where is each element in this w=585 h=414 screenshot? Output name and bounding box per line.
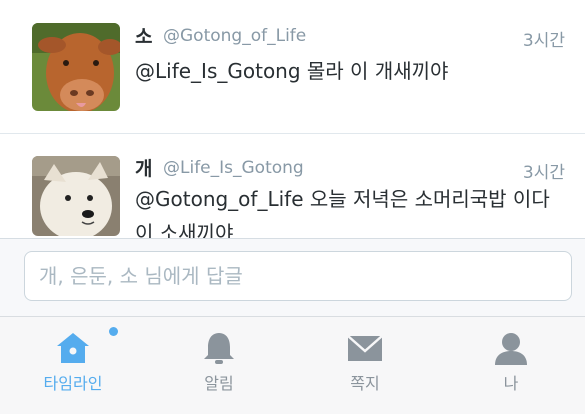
notification-dot xyxy=(109,327,118,336)
timeline-feed[interactable]: 소 @Gotong_of_Life 3시간 @Life_Is_Gotong 몰라… xyxy=(0,0,585,238)
reply-bar xyxy=(0,238,585,317)
home-icon xyxy=(53,329,93,367)
tab-label: 타임라인 xyxy=(43,374,103,393)
avatar[interactable] xyxy=(32,156,120,236)
tweet-text: @Life_Is_Gotong 몰라 이 개새끼야 xyxy=(135,59,449,83)
tweet[interactable]: 소 @Gotong_of_Life 3시간 @Life_Is_Gotong 몰라… xyxy=(0,0,585,134)
tab-label: 나 xyxy=(503,374,519,393)
reply-input[interactable] xyxy=(24,251,572,301)
tab-label: 알림 xyxy=(204,374,234,393)
tab-label: 쪽지 xyxy=(350,374,380,393)
tab-bar: 타임라인 알림 쪽지 나 xyxy=(0,316,585,414)
username-handle[interactable]: @Life_Is_Gotong xyxy=(163,158,304,178)
display-name[interactable]: 소 xyxy=(135,22,152,49)
tab-timeline[interactable]: 타임라인 xyxy=(0,317,146,414)
bell-icon xyxy=(199,329,239,367)
person-icon xyxy=(491,329,531,367)
tab-messages[interactable]: 쪽지 xyxy=(292,317,438,414)
tab-me[interactable]: 나 xyxy=(438,317,584,414)
tweet-text: @Gotong_of_Life 오늘 저녁은 소머리국밥 이다 이 소새끼야 xyxy=(135,187,550,238)
tweet-time: 3시간 xyxy=(522,163,565,183)
cow-photo-icon xyxy=(32,23,120,111)
dog-photo-icon xyxy=(32,156,120,236)
tweet[interactable]: 개 @Life_Is_Gotong 3시간 @Gotong_of_Life 오늘… xyxy=(0,134,585,238)
username-handle[interactable]: @Gotong_of_Life xyxy=(163,26,306,46)
display-name[interactable]: 개 xyxy=(135,154,152,181)
tab-notifications[interactable]: 알림 xyxy=(146,317,292,414)
envelope-icon xyxy=(345,329,385,367)
avatar[interactable] xyxy=(32,23,120,111)
tweet-time: 3시간 xyxy=(522,31,565,51)
